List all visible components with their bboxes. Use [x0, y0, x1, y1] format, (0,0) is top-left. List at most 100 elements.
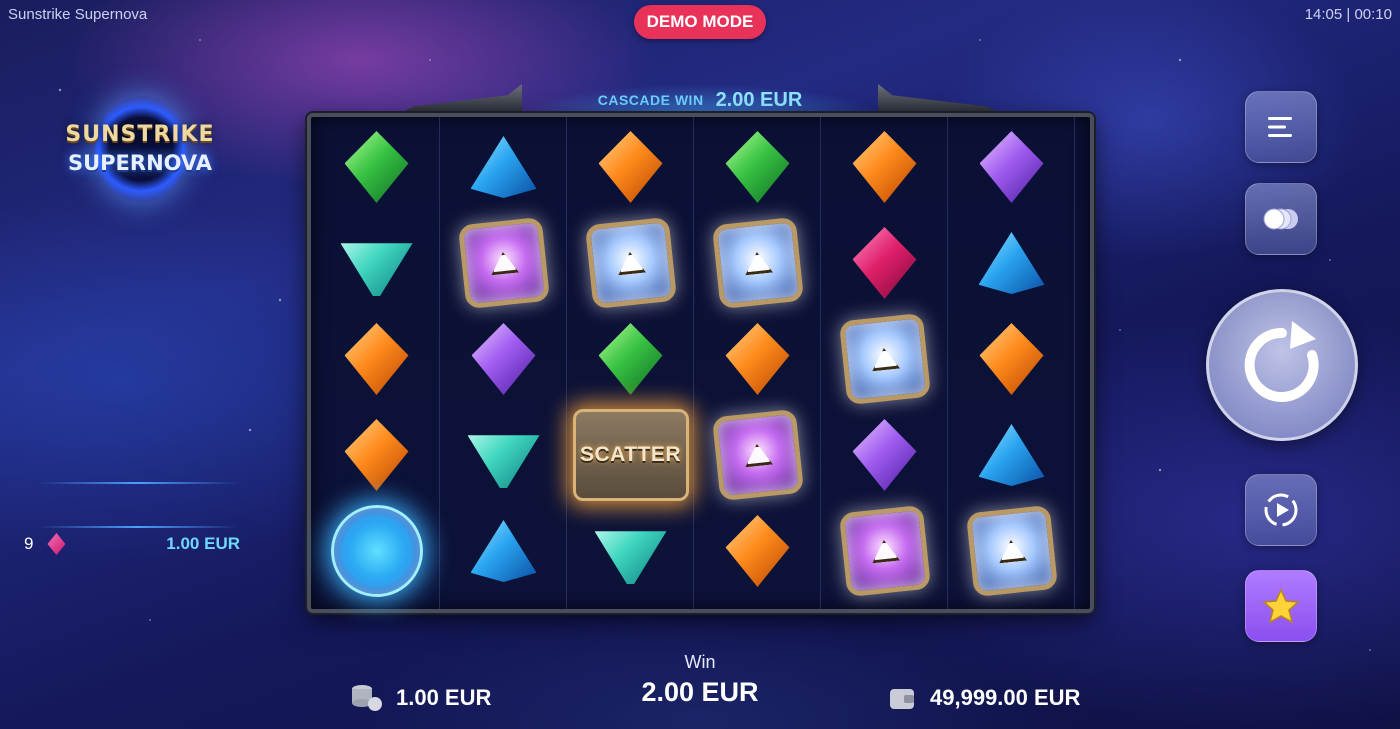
favorites-button[interactable] — [1245, 570, 1317, 642]
bet-value: 1.00 EUR — [396, 685, 492, 710]
teal-gem-symbol — [467, 435, 540, 488]
cube-core — [996, 539, 1026, 564]
portal-wild-symbol — [330, 505, 423, 597]
reel-cell — [567, 119, 694, 215]
logo-line-2: SUPERNOVA — [67, 150, 213, 175]
orange-gem-symbol — [725, 515, 790, 587]
reel-cell — [440, 311, 567, 407]
spin-arrow-icon — [1244, 321, 1319, 402]
coins-toggle-icon — [1263, 208, 1298, 230]
reel-cell — [567, 503, 694, 599]
cube-core — [742, 251, 772, 276]
reel-cell — [440, 215, 567, 311]
reel-6 — [948, 117, 1075, 609]
autoplay-icon — [1264, 493, 1298, 527]
win-label: Win — [684, 652, 716, 672]
reel-cell: SCATTER — [567, 407, 694, 503]
cascade-win-label: CASCADE WIN — [597, 92, 704, 108]
ice-cube-symbol — [584, 216, 677, 310]
reel-cell — [567, 215, 694, 311]
win-value: 2.00 EUR — [641, 677, 759, 707]
reel-cell — [821, 503, 948, 599]
reel-4 — [694, 117, 821, 609]
pink-gem-icon — [47, 533, 66, 555]
purple-gem-symbol — [852, 419, 917, 491]
menu-button[interactable] — [1245, 91, 1317, 163]
reel-2 — [440, 117, 567, 609]
ice-cube-symbol — [838, 312, 931, 406]
reel-cell — [567, 311, 694, 407]
purple-gem-symbol — [471, 323, 536, 395]
logo-line-1: SUNSTRIKE — [65, 121, 215, 147]
cascade-win-bar: CASCADE WIN 2.00 EUR — [520, 84, 880, 116]
teal-gem-symbol — [594, 531, 667, 584]
reel-cell — [440, 119, 567, 215]
reel-cell — [821, 119, 948, 215]
paytable-divider-top — [38, 482, 238, 484]
orange-gem-symbol — [852, 131, 917, 203]
orange-gem-symbol — [598, 131, 663, 203]
cascade-win-value: 2.00 EUR — [715, 88, 803, 111]
cube-core — [742, 443, 772, 468]
wallet-icon — [890, 689, 914, 709]
spin-button[interactable] — [1206, 289, 1358, 441]
ice-cube-symbol — [711, 216, 804, 310]
frame-ear-right — [878, 84, 998, 112]
menu-icon — [1268, 117, 1292, 137]
reel-cell — [948, 311, 1075, 407]
orange-gem-symbol — [344, 323, 409, 395]
win-display: Win 2.00 EUR — [600, 652, 800, 708]
reel-cell — [948, 503, 1075, 599]
reel-cell — [821, 311, 948, 407]
clock-readout: 14:05 | 00:10 — [1304, 6, 1392, 23]
cube-core — [488, 251, 518, 276]
reel-cell — [313, 311, 440, 407]
reel-cell — [948, 215, 1075, 311]
purple-cube-symbol — [711, 408, 804, 502]
orange-gem-symbol — [979, 323, 1044, 395]
reel-cell — [694, 119, 821, 215]
star-icon — [1262, 588, 1300, 624]
green-gem-symbol — [344, 131, 409, 203]
green-gem-symbol — [598, 323, 663, 395]
balance-display: 49,999.00 EUR — [888, 682, 1080, 714]
reel-cell — [694, 215, 821, 311]
demo-mode-badge: DEMO MODE — [634, 5, 766, 39]
reel-cell — [948, 407, 1075, 503]
pink-gem-symbol — [852, 227, 917, 299]
orange-gem-symbol — [725, 323, 790, 395]
balance-value: 49,999.00 EUR — [930, 685, 1081, 710]
ice-cube-symbol — [965, 504, 1058, 598]
blue-gem-symbol — [978, 424, 1045, 486]
teal-gem-symbol — [340, 243, 413, 296]
scatter-label: SCATTER — [579, 443, 682, 466]
reel-cell — [313, 503, 440, 599]
reel-cell — [694, 407, 821, 503]
reel-cell — [440, 503, 567, 599]
bet-toggle-button[interactable] — [1245, 183, 1317, 255]
reel-1 — [313, 117, 440, 609]
reel-cell — [313, 119, 440, 215]
reel-cell — [821, 215, 948, 311]
cube-core — [869, 347, 899, 372]
purple-gem-symbol — [979, 131, 1044, 203]
autoplay-button[interactable] — [1245, 474, 1317, 546]
paytable-count: 9 — [24, 534, 34, 553]
reel-cell — [694, 311, 821, 407]
reel-cell — [694, 503, 821, 599]
game-title: Sunstrike Supernova — [8, 6, 148, 23]
reel-cell — [313, 215, 440, 311]
scatter-symbol: SCATTER — [572, 409, 689, 501]
orange-gem-symbol — [344, 419, 409, 491]
purple-cube-symbol — [457, 216, 550, 310]
blue-gem-symbol — [470, 520, 537, 582]
blue-gem-symbol — [978, 232, 1045, 294]
purple-cube-symbol — [838, 504, 931, 598]
coins-stack-icon — [352, 685, 382, 711]
logo-ring — [95, 96, 187, 202]
reel-3: SCATTER — [567, 117, 694, 609]
paytable-row: 9 1.00 EUR — [24, 532, 240, 556]
bet-display[interactable]: 1.00 EUR — [350, 682, 491, 714]
reel-5 — [821, 117, 948, 609]
cube-core — [869, 539, 899, 564]
